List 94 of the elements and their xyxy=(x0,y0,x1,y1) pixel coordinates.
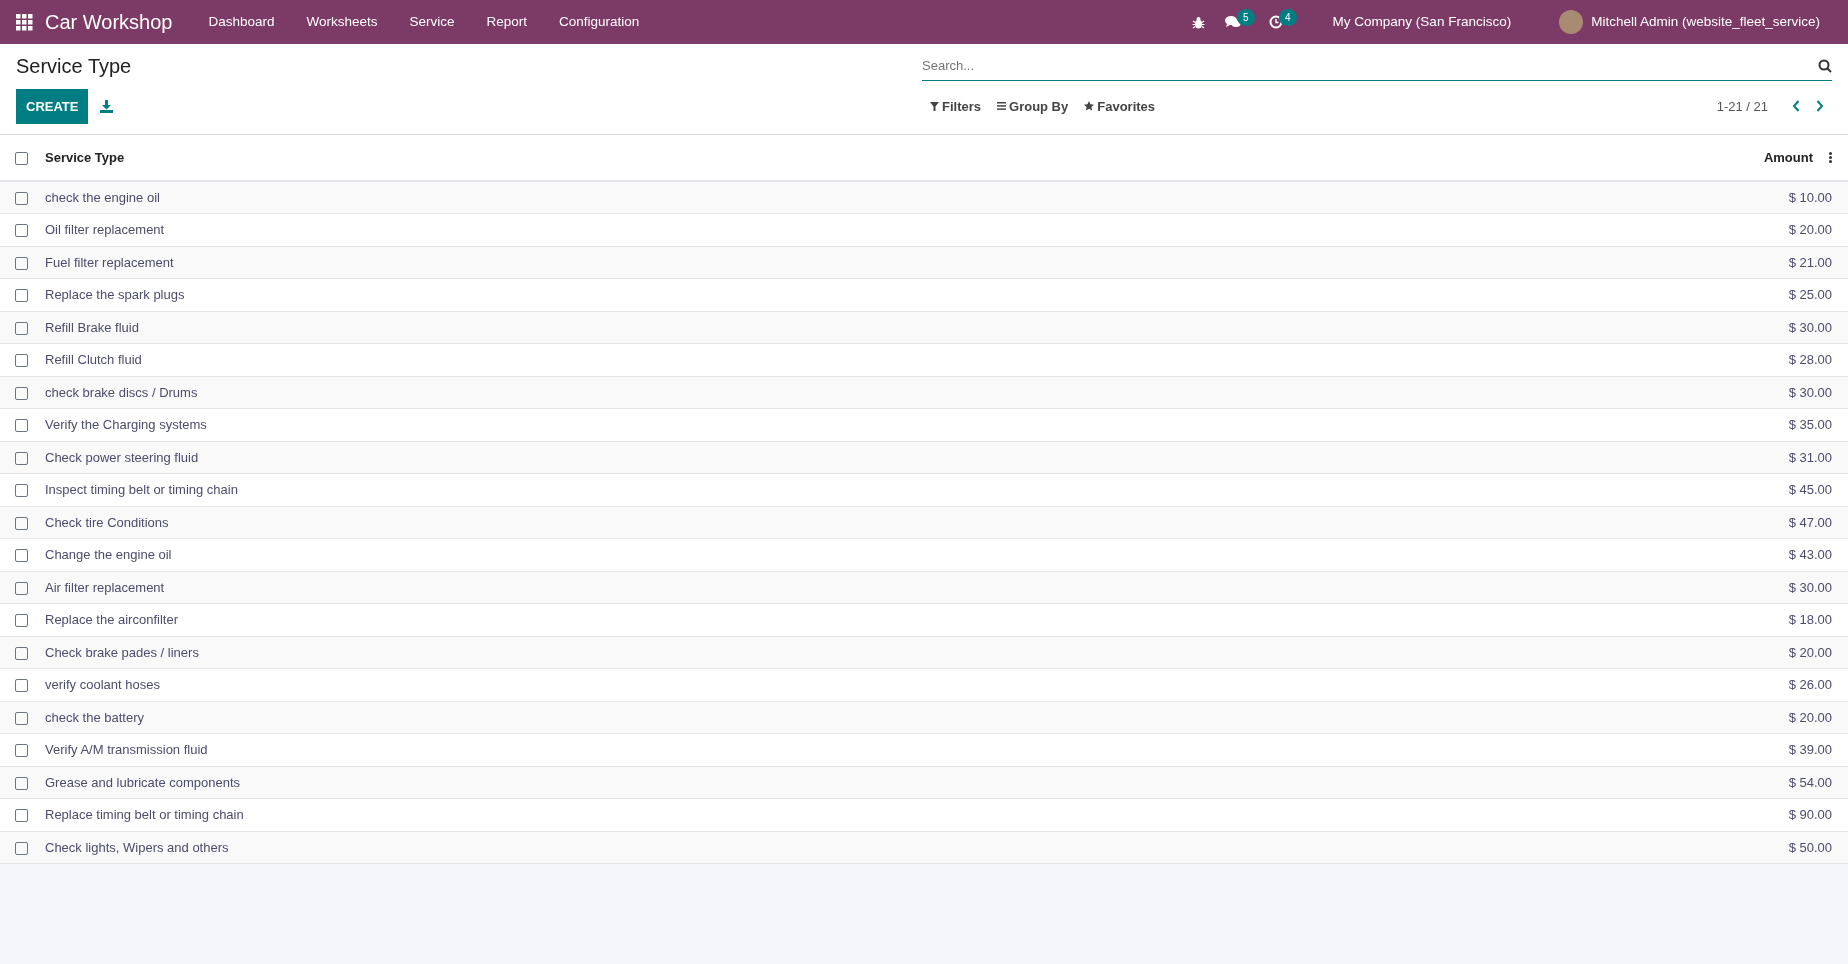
row-checkbox[interactable] xyxy=(15,809,28,823)
app-name: Car Workshop xyxy=(45,10,173,35)
pager-value: 1-21 / 21 xyxy=(1716,97,1768,116)
amount-cell: $ 43.00 xyxy=(1788,547,1832,562)
service-type-cell: Replace the spark plugs xyxy=(45,287,185,302)
grid-icon xyxy=(16,13,33,31)
row-checkbox[interactable] xyxy=(15,354,28,368)
amount-cell: $ 21.00 xyxy=(1788,254,1832,270)
service-type-cell: Replace the airconfilter xyxy=(45,612,178,627)
row-checkbox[interactable] xyxy=(15,614,28,628)
row-checkbox[interactable] xyxy=(15,549,28,563)
service-type-cell: Verify A/M transmission fluid xyxy=(45,742,208,757)
chevron-left-icon xyxy=(1792,100,1800,113)
row-checkbox[interactable] xyxy=(15,711,28,725)
row-checkbox[interactable] xyxy=(15,679,28,693)
service-type-cell: Check brake pades / liners xyxy=(45,644,199,660)
row-checkbox[interactable] xyxy=(15,224,28,238)
row-checkbox[interactable] xyxy=(15,484,28,498)
amount-cell: $ 31.00 xyxy=(1788,449,1832,465)
row-checkbox[interactable] xyxy=(15,744,28,758)
amount-cell: $ 50.00 xyxy=(1788,839,1832,855)
column-header[interactable]: Amount xyxy=(1763,147,1813,168)
page-title: Service Type xyxy=(16,54,132,79)
service-type-cell: Replace timing belt or timing chain xyxy=(45,807,244,822)
row-checkbox[interactable] xyxy=(15,776,28,790)
amount-cell: $ 30.00 xyxy=(1788,384,1832,400)
service-type-cell: check the engine oil xyxy=(45,189,160,205)
kebab-icon xyxy=(1829,152,1832,163)
amount-cell: $ 39.00 xyxy=(1788,742,1832,757)
menu-item[interactable]: Worksheets xyxy=(290,11,394,33)
service-type-cell: Change the engine oil xyxy=(45,547,172,562)
bug-icon xyxy=(1191,15,1205,29)
service-type-cell: verify coolant hoses xyxy=(45,677,160,692)
amount-cell: $ 28.00 xyxy=(1788,352,1832,367)
menu-item[interactable]: Report xyxy=(470,11,544,33)
service-type-cell: Check lights, Wipers and others xyxy=(45,839,229,855)
row-checkbox[interactable] xyxy=(15,451,28,465)
filters-button[interactable]: Filters xyxy=(922,94,989,118)
amount-cell: $ 30.00 xyxy=(1788,579,1832,595)
search-icon xyxy=(1818,58,1832,73)
download-icon xyxy=(100,99,114,113)
activity-count: 4 xyxy=(1279,9,1297,26)
favorites-button[interactable]: Favorites xyxy=(1076,94,1164,118)
user-menu[interactable]: Mitchell Admin (website_fleet_service) xyxy=(1543,10,1836,34)
create-button[interactable]: CREATE xyxy=(16,88,89,124)
amount-cell: $ 90.00 xyxy=(1788,807,1832,822)
service-type-cell: Fuel filter replacement xyxy=(45,254,174,270)
amount-cell: $ 20.00 xyxy=(1788,222,1832,237)
message-count: 5 xyxy=(1237,9,1255,26)
clock-icon xyxy=(1268,15,1283,29)
amount-cell: $ 30.00 xyxy=(1788,319,1832,335)
service-type-cell: Check tire Conditions xyxy=(45,514,169,530)
row-checkbox[interactable] xyxy=(15,841,28,855)
row-checkbox[interactable] xyxy=(15,191,28,205)
service-type-cell: Check power steering fluid xyxy=(45,449,199,465)
menu-item[interactable]: Service xyxy=(393,11,471,33)
amount-cell: $ 25.00 xyxy=(1788,287,1832,302)
amount-cell: $ 47.00 xyxy=(1788,514,1832,530)
amount-cell: $ 54.00 xyxy=(1788,774,1832,790)
row-checkbox[interactable] xyxy=(15,386,28,400)
service-type-cell: Oil filter replacement xyxy=(45,222,165,237)
avatar-icon xyxy=(1559,10,1584,34)
list-icon xyxy=(997,102,1006,111)
row-checkbox[interactable] xyxy=(15,581,28,595)
row-checkbox[interactable] xyxy=(15,516,28,530)
row-checkbox[interactable] xyxy=(15,289,28,303)
select-all-checkbox[interactable] xyxy=(15,151,28,165)
company-switcher[interactable]: My Company (San Francisco) xyxy=(1316,11,1528,33)
group-by-button[interactable]: Group By xyxy=(989,94,1077,118)
chat-icon xyxy=(1224,15,1241,29)
amount-cell: $ 26.00 xyxy=(1788,677,1832,692)
amount-cell: $ 18.00 xyxy=(1788,612,1832,627)
service-type-cell: check the battery xyxy=(45,709,144,725)
menu-item[interactable]: Configuration xyxy=(543,11,656,33)
row-checkbox[interactable] xyxy=(15,321,28,335)
amount-cell: $ 45.00 xyxy=(1788,482,1832,497)
service-type-cell: Refill Clutch fluid xyxy=(45,352,142,367)
service-type-cell: Grease and lubricate components xyxy=(45,774,241,790)
service-type-cell: Verify the Charging systems xyxy=(45,417,207,432)
filter-icon xyxy=(930,101,939,111)
service-type-cell: check brake discs / Drums xyxy=(45,384,198,400)
amount-cell: $ 20.00 xyxy=(1788,709,1832,725)
row-checkbox[interactable] xyxy=(15,646,28,660)
chevron-right-icon xyxy=(1816,100,1824,113)
service-type-cell: Air filter replacement xyxy=(45,579,165,595)
star-icon xyxy=(1084,101,1095,112)
amount-cell: $ 20.00 xyxy=(1788,644,1832,660)
row-checkbox[interactable] xyxy=(15,256,28,270)
amount-cell: $ 10.00 xyxy=(1788,189,1832,205)
menu-item[interactable]: Dashboard xyxy=(192,11,291,33)
service-type-cell: Inspect timing belt or timing chain xyxy=(45,482,238,497)
service-type-cell: Refill Brake fluid xyxy=(45,319,139,335)
amount-cell: $ 35.00 xyxy=(1788,417,1832,432)
row-checkbox[interactable] xyxy=(15,419,28,433)
